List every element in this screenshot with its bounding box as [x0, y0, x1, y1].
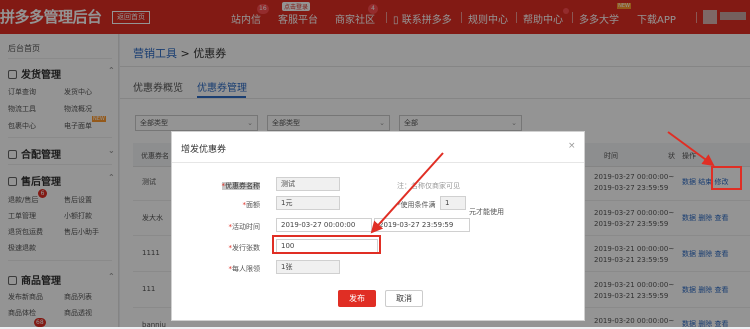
divider [172, 162, 584, 163]
usage-condition-field[interactable]: 1 [440, 196, 466, 210]
publish-button[interactable]: 发布 [338, 290, 376, 307]
activity-time-label: *活动时间 [228, 223, 261, 231]
usage-condition-suffix: 元才能使用 [469, 208, 504, 216]
per-user-limit-label: *每人限领 [228, 265, 261, 273]
issue-coupon-dialog: 增发优惠券 × *优惠券名称 测试 注：名称仅商家可见 *面额 1元 *使用条件… [171, 131, 585, 321]
amount-label: *面额 [242, 201, 261, 209]
annotation-box-edit [711, 166, 742, 190]
close-icon[interactable]: × [568, 141, 576, 151]
coupon-name-field[interactable]: 测试 [276, 177, 340, 191]
cancel-button[interactable]: 取消 [385, 290, 423, 307]
activity-start-field[interactable]: 2019-03-27 00:00:00 [276, 218, 372, 232]
amount-field[interactable]: 1元 [276, 196, 340, 210]
dialog-title: 增发优惠券 [181, 145, 227, 155]
usage-condition-label: *使用条件满 [397, 201, 436, 209]
coupon-name-label: *优惠券名称 [221, 182, 260, 190]
per-user-limit-field[interactable]: 1张 [276, 260, 340, 274]
activity-end-field[interactable]: 2019-03-27 23:59:59 [374, 218, 470, 232]
issue-count-label: *发行张数 [228, 244, 261, 252]
coupon-name-note: 注：名称仅商家可见 [397, 182, 460, 190]
annotation-box-issue-count [272, 235, 381, 254]
